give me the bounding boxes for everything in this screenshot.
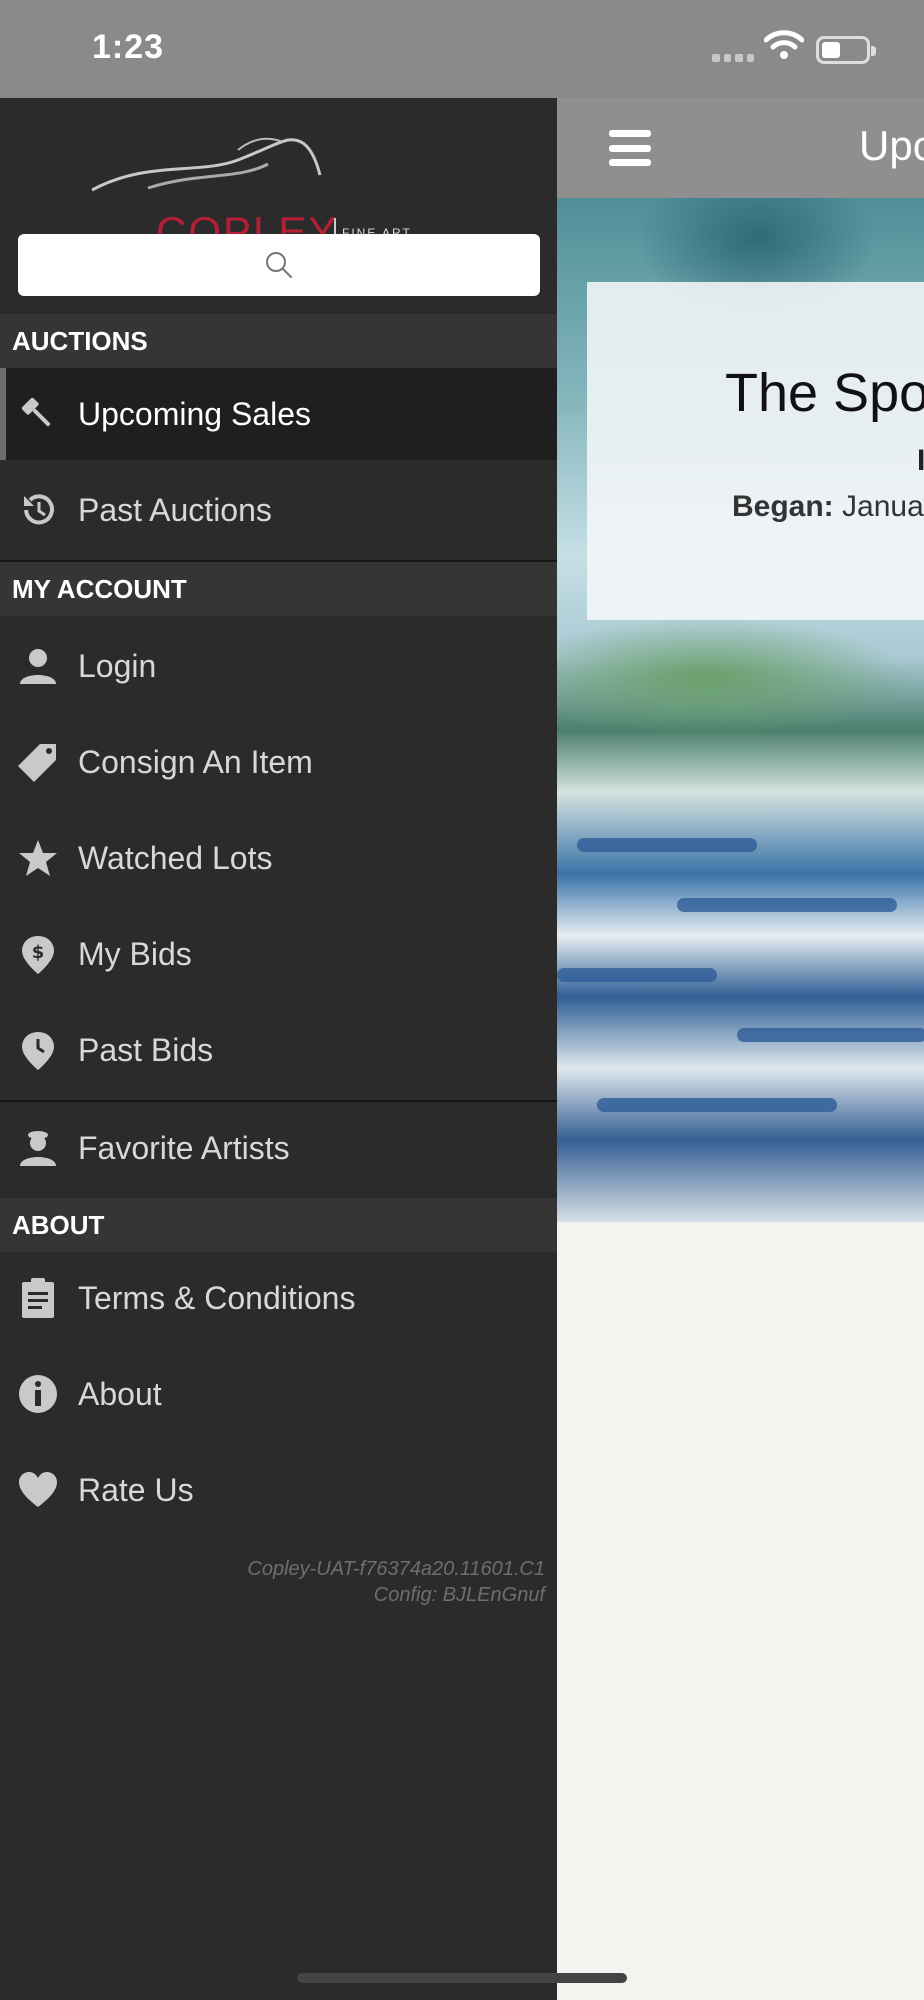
wifi-icon	[764, 30, 804, 59]
version-info: Copley-UAT-f76374a20.11601.C1 Config: BJ…	[247, 1556, 545, 1608]
menu-item-past-auctions[interactable]: Past Auctions	[0, 464, 557, 556]
menu-item-label: Terms & Conditions	[78, 1279, 356, 1316]
clipboard-icon	[22, 1278, 54, 1318]
menu-item-label: Upcoming Sales	[78, 395, 311, 432]
menu-item-my-bids[interactable]: $ My Bids	[0, 908, 557, 1000]
artist-icon	[20, 1131, 56, 1166]
menu-item-watched-lots[interactable]: Watched Lots	[0, 812, 557, 904]
search-input[interactable]	[18, 234, 540, 296]
menu-item-terms[interactable]: Terms & Conditions	[0, 1252, 557, 1344]
menu-item-rate-us[interactable]: Rate Us	[0, 1444, 557, 1536]
menu-item-label: Watched Lots	[78, 839, 273, 876]
history-icon	[24, 494, 54, 525]
began-label: Began:	[732, 490, 834, 523]
menu-item-login[interactable]: Login	[0, 620, 557, 712]
menu-item-about[interactable]: About	[0, 1348, 557, 1440]
section-auctions: AUCTIONS	[0, 314, 557, 368]
menu-item-label: Favorite Artists	[78, 1129, 290, 1166]
heart-icon	[19, 1472, 57, 1507]
auction-title: The Spo	[725, 363, 924, 423]
section-my-account: MY ACCOUNT	[0, 562, 557, 616]
status-bar: 1:23	[0, 0, 924, 98]
status-time: 1:23	[92, 28, 165, 66]
menu-item-past-bids[interactable]: Past Bids	[0, 1004, 557, 1096]
menu-item-label: Consign An Item	[78, 743, 313, 780]
menu-item-label: Past Bids	[78, 1031, 214, 1068]
menu-item-label: Past Auctions	[78, 491, 272, 528]
clock-pin-icon	[22, 1032, 54, 1070]
horse-swoosh-icon	[91, 137, 322, 192]
cell-signal-icon	[712, 54, 754, 62]
user-icon	[20, 649, 56, 684]
auction-began: Began: Janua	[732, 490, 924, 524]
gavel-icon	[21, 397, 51, 427]
config-string: Config: BJLEnGnuf	[373, 1584, 545, 1606]
section-about: ABOUT	[0, 1198, 557, 1252]
dollar-pin-icon: $	[22, 936, 54, 974]
search-icon	[266, 252, 292, 278]
menu-item-label: Rate Us	[78, 1471, 194, 1508]
tag-icon	[18, 744, 56, 782]
navigation-drawer: COPLEY FINE ART AUCTIONS AUCTIONS Upcomi…	[0, 98, 557, 2000]
menu-item-favorite-artists[interactable]: Favorite Artists	[0, 1102, 557, 1194]
began-value: Janua	[833, 490, 924, 523]
svg-text:$: $	[32, 942, 45, 963]
star-icon	[19, 840, 57, 876]
menu-item-upcoming-sales[interactable]: Upcoming Sales	[0, 368, 557, 460]
home-indicator[interactable]	[297, 1973, 627, 1983]
page-title: Upc	[859, 122, 924, 169]
copley-logo: COPLEY FINE ART AUCTIONS	[88, 120, 478, 255]
info-icon	[19, 1375, 57, 1413]
hero-image[interactable]: The Spo I Began: Janua	[557, 198, 924, 1222]
auction-card[interactable]: The Spo I Began: Janua	[587, 282, 924, 620]
menu-item-label: About	[78, 1375, 162, 1412]
menu-item-label: My Bids	[78, 935, 192, 972]
auction-subtitle: I	[917, 444, 924, 477]
menu-icon[interactable]	[609, 130, 651, 166]
build-string: Copley-UAT-f76374a20.11601.C1	[247, 1558, 545, 1580]
main-header: Upc	[557, 98, 924, 198]
battery-icon	[816, 36, 876, 64]
menu-item-consign[interactable]: Consign An Item	[0, 716, 557, 808]
menu-item-label: Login	[78, 647, 157, 684]
